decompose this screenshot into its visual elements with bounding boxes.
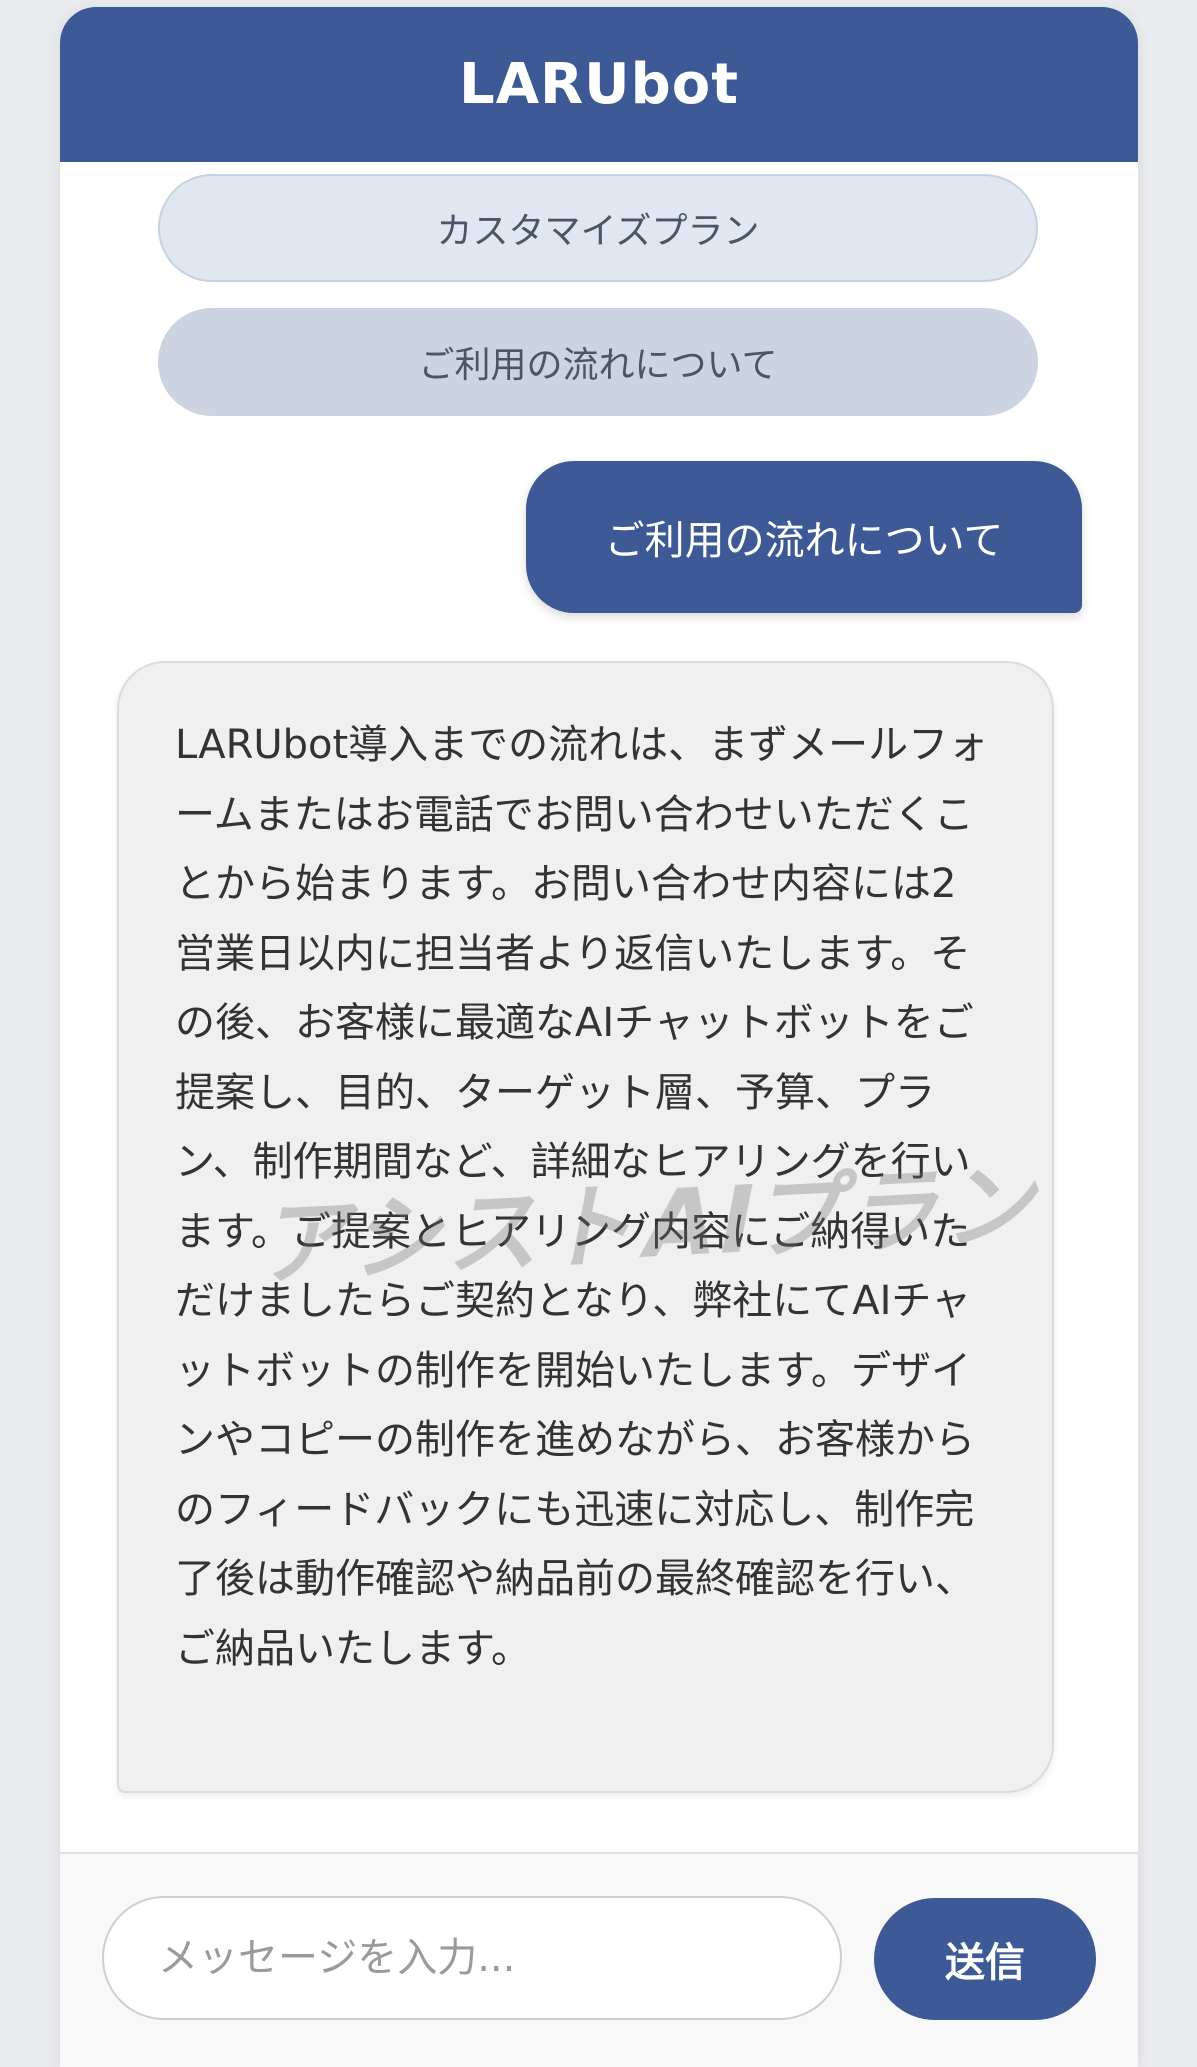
option-usage-flow-button[interactable]: ご利用の流れについて <box>158 308 1038 416</box>
send-button[interactable]: 送信 <box>874 1898 1096 2020</box>
message-input[interactable] <box>102 1896 842 2020</box>
bot-message-text: LARUbot導入までの流れは、まずメールフォームまたはお電話でお問い合わせいた… <box>175 722 989 1672</box>
composer-bar: 送信 <box>60 1852 1138 2067</box>
message-list[interactable]: カスタマイズプラン ご利用の流れについて ご利用の流れについて LARUbot導… <box>60 162 1138 1852</box>
user-message-text: ご利用の流れについて <box>604 518 1004 564</box>
user-message-bubble: ご利用の流れについて <box>526 461 1082 613</box>
bot-message-bubble: LARUbot導入までの流れは、まずメールフォームまたはお電話でお問い合わせいた… <box>117 661 1054 1793</box>
chat-window: LARUbot カスタマイズプラン ご利用の流れについて ご利用の流れについて … <box>60 7 1138 2067</box>
app-title: LARUbot <box>459 52 739 117</box>
chat-header: LARUbot <box>60 7 1138 162</box>
option-custom-plan-button[interactable]: カスタマイズプラン <box>158 174 1038 282</box>
